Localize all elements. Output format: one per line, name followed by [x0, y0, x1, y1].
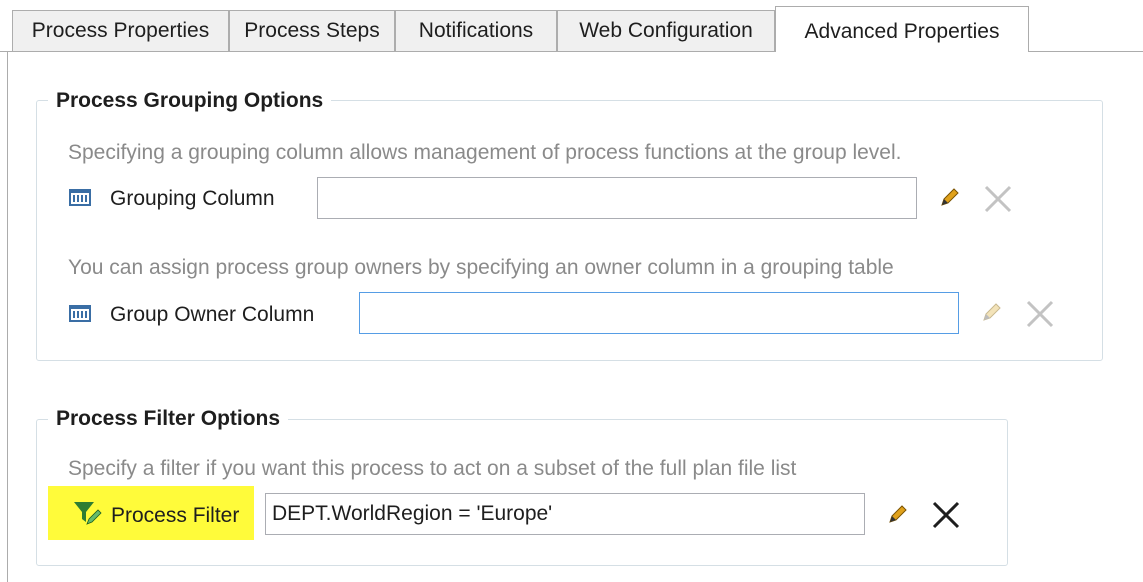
filter-hint: Specify a filter if you want this proces…: [68, 457, 797, 480]
tab-web-configuration[interactable]: Web Configuration: [557, 10, 775, 51]
clear-filter-close-icon[interactable]: [930, 500, 962, 536]
table-column-icon: [69, 189, 91, 206]
filter-options-title: Process Filter Options: [48, 407, 289, 431]
process-filter-field[interactable]: [265, 493, 865, 535]
tab-advanced-properties[interactable]: Advanced Properties: [775, 6, 1029, 52]
clear-group-owner-close-icon[interactable]: [1024, 299, 1056, 335]
edit-group-owner-pencil-icon[interactable]: [979, 301, 1003, 331]
clear-grouping-column-close-icon[interactable]: [982, 184, 1014, 220]
edit-grouping-column-pencil-icon[interactable]: [937, 186, 961, 216]
table-column-icon: [69, 305, 91, 322]
panel-left-border: [7, 51, 8, 582]
grouping-options-title: Process Grouping Options: [48, 89, 332, 113]
group-owner-hint: You can assign process group owners by s…: [68, 256, 894, 279]
group-owner-column-label: Group Owner Column: [110, 303, 315, 326]
group-owner-column-field[interactable]: [359, 292, 959, 334]
grouping-column-field[interactable]: [317, 177, 917, 219]
grouping-column-label: Grouping Column: [110, 187, 275, 210]
filter-edit-icon: [73, 500, 103, 532]
edit-filter-pencil-icon[interactable]: [885, 503, 909, 533]
grouping-hint: Specifying a grouping column allows mana…: [68, 141, 902, 164]
tab-notifications[interactable]: Notifications: [395, 10, 557, 51]
tab-process-steps[interactable]: Process Steps: [229, 10, 395, 51]
tab-process-properties[interactable]: Process Properties: [12, 10, 229, 51]
process-filter-label: Process Filter: [111, 504, 240, 527]
